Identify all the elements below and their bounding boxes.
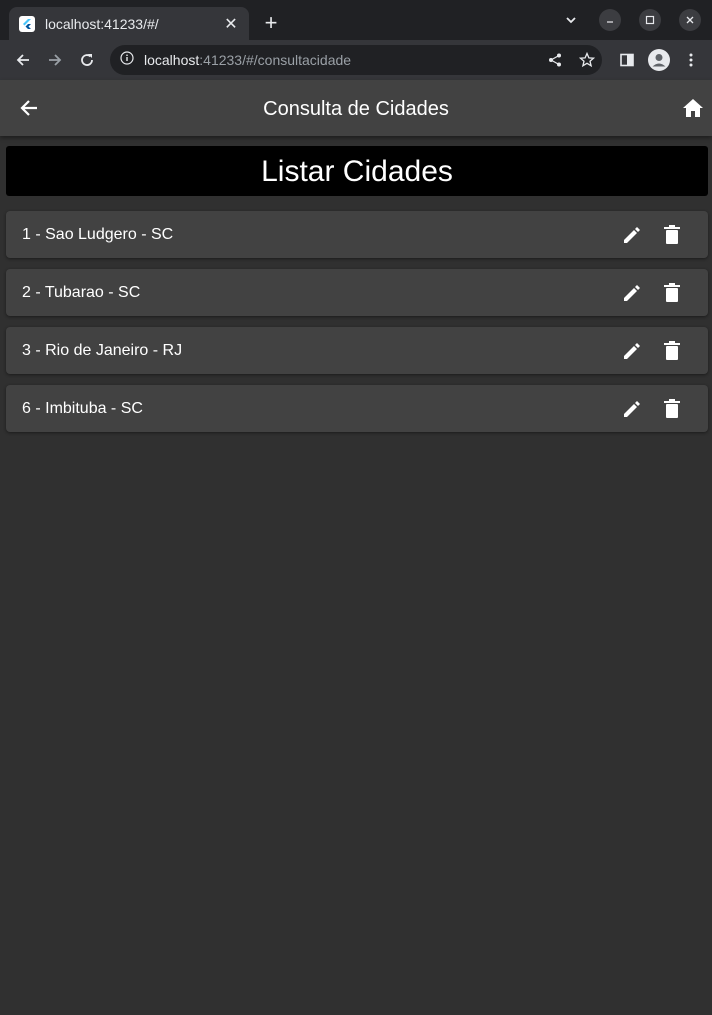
pencil-icon <box>624 227 640 243</box>
url-host: localhost <box>144 52 200 68</box>
home-button[interactable] <box>681 96 705 120</box>
tab-title: localhost:41233/#/ <box>45 15 159 32</box>
arrow-back-icon <box>20 100 37 116</box>
list-item: 6 - Imbituba - SC <box>6 385 708 432</box>
minimize-button[interactable] <box>599 9 621 31</box>
url-text: localhost:41233/#/consultacidade <box>144 52 351 68</box>
city-label: 2 - Tubarao - SC <box>22 283 141 301</box>
city-label: 1 - Sao Ludgero - SC <box>22 225 174 243</box>
delete-button[interactable] <box>660 339 684 363</box>
list-header: Listar Cidades <box>6 146 708 196</box>
edit-button[interactable] <box>620 223 644 247</box>
close-window-button[interactable] <box>679 9 701 31</box>
maximize-button[interactable] <box>639 9 661 31</box>
list-item: 2 - Tubarao - SC <box>6 269 708 316</box>
app-bar: Consulta de Cidades <box>0 80 712 136</box>
side-panel-icon[interactable] <box>615 48 639 72</box>
list-item: 3 - Rio de Janeiro - RJ <box>6 327 708 374</box>
flutter-favicon-icon <box>19 15 35 32</box>
edit-button[interactable] <box>620 339 644 363</box>
browser-menu-icon[interactable] <box>679 48 703 72</box>
delete-button[interactable] <box>660 397 684 421</box>
site-info-icon[interactable] <box>120 50 134 70</box>
back-button[interactable] <box>17 96 41 120</box>
delete-button[interactable] <box>660 281 684 305</box>
share-icon[interactable] <box>543 48 567 72</box>
pencil-icon <box>624 401 640 417</box>
tab-search-icon[interactable] <box>560 9 582 31</box>
bookmark-star-icon[interactable] <box>575 48 599 72</box>
browser-forward-icon[interactable] <box>43 48 67 72</box>
browser-tab[interactable]: localhost:41233/#/ ✕ <box>9 7 249 40</box>
trash-icon <box>664 399 680 418</box>
pencil-icon <box>624 343 640 359</box>
edit-button[interactable] <box>620 397 644 421</box>
trash-icon <box>664 283 680 302</box>
edit-button[interactable] <box>620 281 644 305</box>
browser-tab-bar: localhost:41233/#/ ✕ + <box>0 0 712 40</box>
list-item: 1 - Sao Ludgero - SC <box>6 211 708 258</box>
trash-icon <box>664 341 680 360</box>
trash-icon <box>664 225 680 244</box>
address-bar[interactable]: localhost:41233/#/consultacidade <box>110 45 602 75</box>
url-path: :41233/#/consultacidade <box>199 52 352 68</box>
profile-avatar-icon[interactable] <box>647 48 671 72</box>
city-label: 3 - Rio de Janeiro - RJ <box>22 341 183 359</box>
delete-button[interactable] <box>660 223 684 247</box>
reload-icon[interactable] <box>75 48 99 72</box>
browser-toolbar: localhost:41233/#/consultacidade <box>0 40 712 80</box>
tab-close-icon[interactable]: ✕ <box>223 14 239 34</box>
page-title: Consulta de Cidades <box>263 98 449 120</box>
home-icon <box>683 99 703 117</box>
new-tab-button[interactable]: + <box>260 12 282 34</box>
city-list: 1 - Sao Ludgero - SC 2 - Tubarao - SC 3 … <box>6 211 708 443</box>
browser-back-icon[interactable] <box>11 48 35 72</box>
pencil-icon <box>624 285 640 301</box>
city-label: 6 - Imbituba - SC <box>22 399 143 417</box>
